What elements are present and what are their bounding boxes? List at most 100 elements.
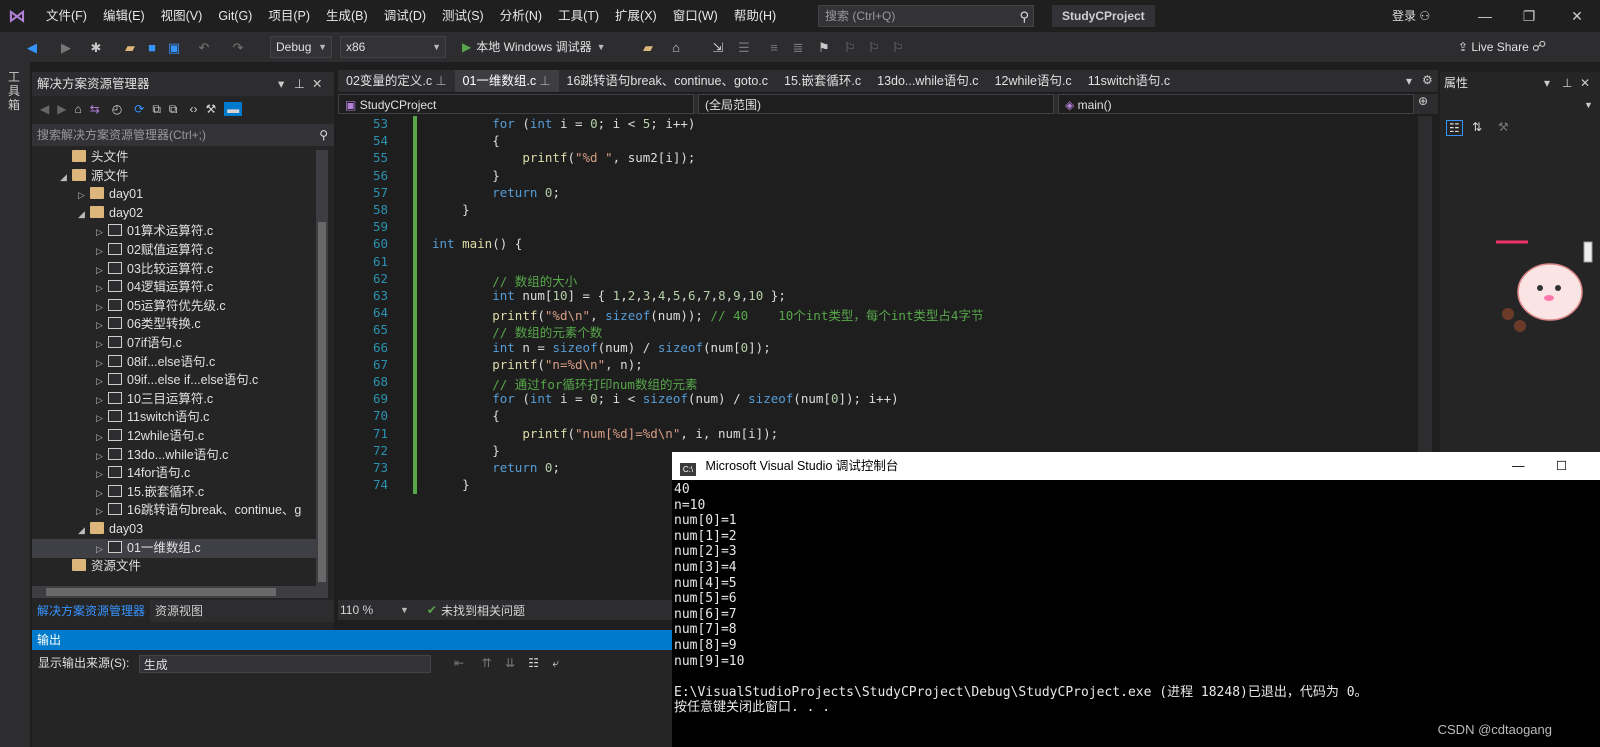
chevron-right-icon[interactable]: ▷ [96, 540, 108, 558]
chevron-right-icon[interactable]: ▷ [78, 186, 90, 204]
code-line[interactable]: } [432, 202, 470, 217]
pin-icon[interactable]: ⊥ [536, 74, 551, 88]
live-share-button[interactable]: ⇪ Live Share [1458, 32, 1529, 62]
forward-icon[interactable]: ▶ [57, 102, 66, 116]
tree-item[interactable]: ▷ 09if...else if...else语句.c [32, 371, 322, 390]
chevron-right-icon[interactable]: ▷ [96, 447, 108, 465]
tree-item[interactable]: ▷ 01算术运算符.c [32, 222, 322, 241]
chevron-right-icon[interactable]: ▷ [96, 354, 108, 372]
scrollbar-thumb[interactable] [46, 588, 276, 596]
collapse-all-icon[interactable]: ⧉ [152, 102, 161, 117]
tree-item[interactable]: ▷ 07if语句.c [32, 334, 322, 353]
restore-button[interactable]: ❐ [1514, 0, 1544, 32]
code-line[interactable]: for (int i = 0; i < 5; i++) [432, 116, 695, 131]
forward-icon[interactable]: ▶ [58, 40, 74, 56]
function-dropdown[interactable]: ◈ main() [1058, 94, 1414, 114]
code-line[interactable]: } [432, 443, 500, 458]
menu-item[interactable]: 扩展(X) [607, 0, 665, 32]
code-line[interactable]: int main() { [432, 236, 522, 251]
tree-item[interactable]: ▷ 02赋值运算符.c [32, 241, 322, 260]
tree-item[interactable]: ▷ 14for语句.c [32, 464, 322, 483]
code-line[interactable]: int n = sizeof(num) / sizeof(num[0]); [432, 340, 771, 355]
login-button[interactable]: 登录 ⚇ [1392, 0, 1430, 32]
back-icon[interactable]: ◀ [24, 40, 40, 56]
tree-item[interactable]: ▷ 08if...else语句.c [32, 353, 322, 372]
tree-item[interactable]: ▷ 03比较运算符.c [32, 260, 322, 279]
tab-list-icon[interactable]: ▾ [1406, 74, 1412, 88]
code-icon[interactable]: ‹› [189, 102, 197, 116]
document-tab[interactable]: 15.嵌套循环.c [776, 70, 869, 92]
tree-item[interactable]: ▷ 06类型转换.c [32, 315, 322, 334]
console-output[interactable]: 40 n=10 num[0]=1 num[1]=2 num[2]=3 num[3]=4 nu… [674, 482, 1594, 716]
code-line[interactable]: // 通过for循环打印num数组的元素 [432, 374, 697, 393]
comment-icon[interactable]: ≡ [766, 40, 782, 56]
code-line[interactable]: printf("n=%d\n", n); [432, 357, 643, 372]
indent-icon[interactable]: ☰ [736, 40, 752, 56]
code-line[interactable]: printf("%d ", sum2[i]); [432, 150, 695, 165]
menu-item[interactable]: 窗口(W) [665, 0, 726, 32]
tree-item[interactable]: ▷ 10三目运算符.c [32, 390, 322, 409]
new-project-icon[interactable]: ✱ [88, 40, 104, 56]
chevron-down-icon[interactable]: ▼ [1584, 100, 1593, 110]
issues-status[interactable]: 未找到相关问题 [441, 602, 525, 619]
menu-item[interactable]: 视图(V) [153, 0, 211, 32]
uncomment-icon[interactable]: ≣ [790, 40, 806, 56]
copy-icon[interactable]: ⧉ [169, 102, 178, 117]
dropdown-icon[interactable]: ▾ [278, 72, 284, 96]
tree-item[interactable]: ▷ 16跳转语句break、continue、g [32, 501, 322, 520]
menu-item[interactable]: 工具(T) [550, 0, 607, 32]
word-wrap-icon[interactable]: ⤶ [552, 656, 559, 670]
code-line[interactable]: return 0; [432, 185, 560, 200]
tree-item[interactable]: ▷ 13do...while语句.c [32, 446, 322, 465]
document-tab[interactable]: 01一维数组.c ⊥ [454, 70, 559, 92]
chevron-right-icon[interactable]: ▷ [96, 242, 108, 260]
chevron-right-icon[interactable]: ▷ [96, 484, 108, 502]
close-button[interactable]: ✕ [1562, 0, 1592, 32]
browser-icon[interactable]: ⌂ [668, 40, 684, 56]
step-icon[interactable]: ⇲ [710, 40, 726, 56]
pin-icon[interactable]: ⊥ [432, 74, 447, 88]
next-bookmark-icon[interactable]: ⚐ [866, 40, 882, 56]
tab-solution-explorer[interactable]: 解决方案资源管理器 [32, 600, 151, 622]
chevron-right-icon[interactable]: ▷ [96, 372, 108, 390]
menu-item[interactable]: 项目(P) [260, 0, 318, 32]
document-tab[interactable]: 11switch语句.c [1080, 70, 1178, 92]
tree-item[interactable]: ◢ 源文件 [32, 167, 322, 186]
tree-item[interactable]: ▷ 11switch语句.c [32, 408, 322, 427]
property-pages-icon[interactable]: ⚒ [1498, 120, 1509, 134]
output-source-dropdown[interactable]: 生成 [138, 654, 431, 673]
code-line[interactable]: for (int i = 0; i < sizeof(num) / sizeof… [432, 391, 898, 406]
folder-icon[interactable]: ▰ [640, 40, 656, 56]
scope-dropdown[interactable]: (全局范围) [698, 94, 1054, 114]
tree-item[interactable]: ▷ 05运算符优先级.c [32, 297, 322, 316]
document-tab[interactable]: 16跳转语句break、continue、goto.c [559, 70, 776, 92]
settings-icon[interactable]: ⚙ [1422, 73, 1433, 87]
tree-item[interactable]: 资源文件 [32, 557, 322, 576]
code-line[interactable]: { [432, 133, 500, 148]
menu-item[interactable]: 分析(N) [492, 0, 550, 32]
menu-item[interactable]: 文件(F) [38, 0, 95, 32]
tree-item[interactable]: ▷ 15.嵌套循环.c [32, 483, 322, 502]
tree-item[interactable]: ▷ 04逻辑运算符.c [32, 278, 322, 297]
clear-bookmarks-icon[interactable]: ⚐ [890, 40, 906, 56]
start-debugging-button[interactable]: ▶ 本地 Windows 调试器 ▼ [462, 36, 606, 58]
chevron-right-icon[interactable]: ▷ [96, 502, 108, 520]
menu-item[interactable]: 编辑(E) [95, 0, 153, 32]
code-line[interactable]: } [432, 477, 470, 492]
redo-icon[interactable]: ↷ [230, 40, 246, 56]
minimize-button[interactable]: — [1512, 452, 1525, 480]
tree-item[interactable]: ◢ day02 [32, 204, 322, 223]
scrollbar-thumb[interactable] [318, 222, 326, 582]
categorized-icon[interactable]: ☷ [1446, 120, 1463, 136]
menu-item[interactable]: 调试(D) [376, 0, 434, 32]
split-icon[interactable]: ⊕ [1418, 94, 1428, 108]
chevron-right-icon[interactable]: ▷ [96, 279, 108, 297]
close-icon[interactable]: ✕ [312, 72, 322, 96]
next-icon[interactable]: ⇊ [505, 656, 515, 670]
code-line[interactable]: { [432, 408, 500, 423]
code-line[interactable]: int num[10] = { 1,2,3,4,5,6,7,8,9,10 }; [432, 288, 786, 303]
document-tab[interactable]: 13do...while语句.c [869, 70, 986, 92]
home-icon[interactable]: ⌂ [74, 102, 81, 116]
chevron-right-icon[interactable]: ▷ [96, 409, 108, 427]
tree-item[interactable]: ▷ 01一维数组.c [32, 538, 322, 558]
